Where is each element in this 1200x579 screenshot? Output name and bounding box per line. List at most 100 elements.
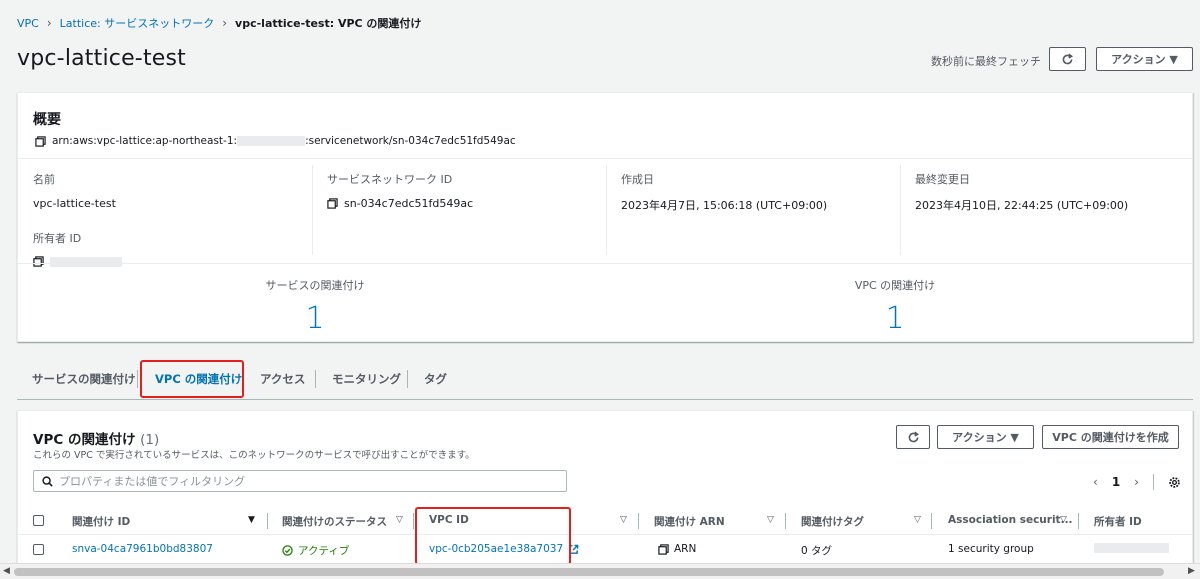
chevron-right-icon: ›: [46, 16, 52, 30]
name-value: vpc-lattice-test: [33, 197, 116, 210]
sort-caret-icon[interactable]: ▽: [620, 515, 627, 525]
owner-id-cell: [1094, 543, 1169, 553]
summary-title: 概要: [33, 112, 61, 128]
filter-search-input[interactable]: プロパティまたは値でフィルタリング: [33, 470, 567, 492]
assoc-id-link[interactable]: snva-04ca7961b0bd83807: [72, 543, 213, 555]
sort-caret-icon[interactable]: ▽: [1060, 515, 1067, 525]
copy-icon[interactable]: [658, 543, 669, 555]
vpc-associations-panel: VPC の関連付け (1) これらの VPC で実行されているサービスは、このネ…: [17, 410, 1193, 579]
create-vpc-association-button[interactable]: VPC の関連付けを作成: [1042, 425, 1179, 449]
created-label: 作成日: [621, 173, 654, 186]
sn-id-text: sn-034c7edc51fd549ac: [344, 197, 474, 210]
modified-field: 最終変更日 2023年4月10日, 22:44:25 (UTC+09:00): [915, 171, 1195, 213]
chevron-left-icon[interactable]: ‹: [1093, 475, 1098, 489]
divider: [1152, 474, 1154, 490]
sort-caret-icon[interactable]: ▽: [396, 515, 403, 525]
vpc-assoc-stat: VPC の関連付け 1: [645, 277, 1145, 336]
page-number[interactable]: 1: [1112, 475, 1120, 489]
service-assoc-count[interactable]: 1: [65, 301, 565, 336]
page-title: vpc-lattice-test: [17, 46, 186, 71]
arn-prefix: arn:aws:vpc-lattice:ap-northeast-1:: [52, 135, 238, 147]
created-field: 作成日 2023年4月7日, 15:06:18 (UTC+09:00): [621, 171, 901, 213]
select-all-checkbox[interactable]: [33, 515, 44, 526]
scroll-left-icon[interactable]: ◀: [3, 566, 10, 576]
highlight-box-tab: [140, 360, 244, 398]
copy-icon[interactable]: [327, 198, 338, 209]
table-refresh-button[interactable]: [896, 425, 930, 449]
sn-id-label: サービスネットワーク ID: [327, 173, 453, 186]
fetch-status: 数秒前に最終フェッチ: [931, 55, 1041, 68]
divider: [18, 158, 1192, 159]
copy-icon[interactable]: [33, 256, 44, 267]
column-header-assoc-id[interactable]: 関連付け ID: [72, 514, 130, 529]
status-badge: アクティブ: [282, 543, 349, 558]
breadcrumb: VPC › Lattice: サービスネットワーク › vpc-lattice-…: [17, 15, 421, 31]
settings-gear-icon[interactable]: [1168, 476, 1181, 489]
table-description: これらの VPC で実行されているサービスは、このネットワークのサービスで呼び出…: [33, 450, 475, 461]
sn-id-value: sn-034c7edc51fd549ac: [327, 197, 607, 210]
chevron-right-icon: ›: [222, 16, 228, 30]
arn-suffix: :servicenetwork/sn-034c7edc51fd549ac: [305, 135, 516, 147]
breadcrumb-lattice-link[interactable]: Lattice: サービスネットワーク: [60, 15, 215, 31]
created-value: 2023年4月7日, 15:06:18 (UTC+09:00): [621, 199, 828, 212]
scroll-right-icon[interactable]: ▶: [1188, 566, 1195, 576]
divider: [18, 263, 1192, 264]
copy-icon[interactable]: [35, 135, 46, 147]
divider: [413, 513, 414, 529]
vpc-assoc-label: VPC の関連付け: [854, 279, 936, 292]
tab-tags[interactable]: タグ: [424, 360, 447, 398]
sort-down-icon[interactable]: ▼: [248, 515, 255, 525]
chevron-right-icon[interactable]: ›: [1134, 475, 1139, 489]
owner-value: [33, 256, 313, 267]
table-title-text: VPC の関連付け: [33, 432, 136, 448]
divider: [785, 513, 786, 529]
column-header-status[interactable]: 関連付けのステータス: [282, 514, 387, 529]
modified-value: 2023年4月10日, 22:44:25 (UTC+09:00): [915, 199, 1129, 212]
sort-caret-icon[interactable]: ▽: [914, 515, 921, 525]
row-checkbox[interactable]: [33, 544, 44, 555]
sort-caret-icon[interactable]: ▽: [767, 515, 774, 525]
redacted-owner-id: [1094, 543, 1169, 553]
tab-service-associations[interactable]: サービスの関連付け: [32, 360, 136, 398]
divider: [315, 370, 316, 388]
service-assoc-label: サービスの関連付け: [265, 279, 365, 292]
divider: [638, 513, 639, 529]
horizontal-scrollbar[interactable]: ◀ ▶: [0, 563, 1200, 579]
table-actions-button[interactable]: アクション ▼: [937, 425, 1034, 449]
status-text: アクティブ: [298, 545, 350, 557]
vpc-assoc-count[interactable]: 1: [645, 301, 1145, 336]
security-cell: 1 security group: [948, 543, 1034, 555]
highlight-box-vpc-id: [415, 507, 571, 565]
tab-access[interactable]: アクセス: [260, 360, 305, 398]
breadcrumb-current: vpc-lattice-test: VPC の関連付け: [235, 17, 422, 30]
scrollbar-thumb[interactable]: [14, 568, 1164, 576]
summary-panel: 概要 arn:aws:vpc-lattice:ap-northeast-1: :s…: [17, 92, 1193, 342]
search-icon: [42, 475, 53, 487]
pagination: ‹ 1 ›: [1093, 474, 1181, 490]
column-header-assoc-tags[interactable]: 関連付けタグ: [801, 514, 864, 529]
search-placeholder: プロパティまたは値でフィルタリング: [59, 475, 246, 488]
table-count: (1): [140, 432, 160, 448]
column-header-assoc-arn[interactable]: 関連付け ARN: [654, 514, 725, 529]
divider: [606, 165, 607, 255]
redacted-owner-id: [50, 256, 122, 267]
table-title: VPC の関連付け (1): [33, 428, 159, 448]
check-circle-icon: [282, 545, 293, 556]
tab-monitoring[interactable]: モニタリング: [332, 360, 401, 398]
column-header-security[interactable]: Association securit...: [948, 514, 1073, 526]
arn-text: ARN: [674, 543, 697, 555]
breadcrumb-vpc-link[interactable]: VPC: [17, 17, 39, 30]
column-header-owner-id[interactable]: 所有者 ID: [1094, 514, 1142, 529]
actions-dropdown-button[interactable]: アクション ▼: [1096, 47, 1193, 71]
assoc-tags-cell: 0 タグ: [801, 545, 833, 557]
divider: [1078, 513, 1079, 529]
redacted-account-id: [237, 136, 306, 146]
divider: [137, 370, 138, 388]
service-network-id-field: サービスネットワーク ID sn-034c7edc51fd549ac: [327, 171, 607, 210]
divider: [931, 513, 932, 529]
assoc-arn-cell: ARN: [658, 543, 696, 555]
refresh-button[interactable]: [1049, 47, 1086, 71]
refresh-icon: [1062, 53, 1074, 64]
modified-label: 最終変更日: [915, 173, 970, 186]
refresh-icon: [908, 431, 919, 442]
